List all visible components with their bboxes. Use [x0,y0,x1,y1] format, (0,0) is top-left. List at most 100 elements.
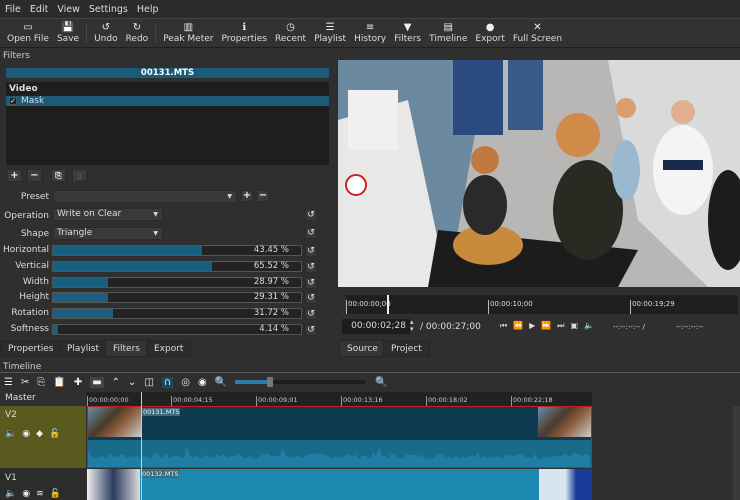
operation-combo[interactable]: Write on Clear ▼ [53,208,163,221]
track-header-v2[interactable]: V2 🔈 ◉ ◆ 🔓 [0,406,86,468]
toolbar-button-playlist[interactable]: ☰ Playlist [310,19,350,47]
param-slider-vertical[interactable]: 65.52 % [52,260,302,272]
menu-file[interactable]: File [5,4,21,15]
paste-icon[interactable]: 📋 [53,377,65,388]
lift-icon[interactable]: ⌃ [112,377,120,388]
append-icon[interactable]: ✚ [74,377,82,388]
toolbar-button-redo[interactable]: ↻ Redo [122,19,153,47]
redo-icon: ↻ [132,22,142,33]
remove-filter-button[interactable]: − [27,169,42,182]
toolbar-button-timeline[interactable]: ▤ Timeline [425,19,471,47]
timecode-spinner[interactable]: ▴ ▾ [410,319,414,333]
tab-filters[interactable]: Filters [105,340,148,357]
toolbar-button-undo[interactable]: ↺ Undo [90,19,122,47]
zoom-slider-handle[interactable] [267,377,274,387]
toolbar-button-open-file[interactable]: ▭ Open File [3,19,53,47]
menu-help[interactable]: Help [137,4,159,15]
clip-v1[interactable]: 00132.MTS [87,469,592,500]
zoom-icon[interactable]: ▣ [571,321,585,330]
zoom-out-icon[interactable]: 🔍 [215,377,227,388]
menu-icon[interactable]: ☰ [4,377,13,388]
transport-controls[interactable]: ⏮⏪▶⏩⏭▣🔈 [500,321,600,331]
rewind-icon[interactable]: ⏪ [513,321,529,330]
filter-enabled-checkbox[interactable]: ✓ [9,97,17,105]
playhead[interactable] [387,295,389,314]
mute-icon[interactable]: 🔈 [5,489,16,499]
param-slider-horizontal[interactable]: 43.45 % [52,245,302,256]
layers-icon[interactable]: ≋ [36,489,44,499]
ruler-label: 00:00:18;02 [426,396,468,406]
composite-icon[interactable]: ◆ [36,429,43,439]
play-icon[interactable]: ▶ [529,321,541,330]
reset-rotation-button[interactable]: ↺ [305,308,317,321]
reset-horizontal-button[interactable]: ↺ [305,245,317,257]
operation-value: Write on Clear [57,209,122,219]
toolbar-button-recent[interactable]: ◷ Recent [271,19,310,47]
reset-operation-button[interactable]: ↺ [305,209,317,221]
skip-end-icon[interactable]: ⏭ [557,321,570,330]
eye-icon[interactable]: ◉ [22,429,30,439]
eye-icon[interactable]: ◉ [22,489,30,499]
volume-icon[interactable]: 🔈 [584,321,600,330]
ripple-all-icon[interactable]: ◉ [198,377,207,388]
param-slider-width[interactable]: 28.97 % [52,276,302,288]
reset-height-button[interactable]: ↺ [305,292,317,305]
fast-forward-icon[interactable]: ⏩ [541,321,557,330]
tab-source[interactable]: Source [339,340,386,357]
reset-shape-button[interactable]: ↺ [305,227,317,239]
toolbar-button-history[interactable]: ≡ History [350,19,390,47]
lock-icon[interactable]: 🔓 [50,489,61,499]
snap-icon[interactable]: ∩ [161,376,174,388]
param-value: 31.72 % [253,308,289,319]
reset-softness-button[interactable]: ↺ [305,324,317,336]
overwrite-icon[interactable]: ⌄ [128,377,136,388]
toolbar-button-save[interactable]: 💾 Save [53,19,83,47]
preset-combo[interactable]: ▼ [53,190,237,203]
reset-width-button[interactable]: ↺ [305,276,317,289]
mute-icon[interactable]: 🔈 [5,429,16,439]
clip-v2[interactable]: 00131.MTS [87,406,592,468]
tab-properties[interactable]: Properties [0,340,62,357]
toolbar-button-full-screen[interactable]: ✕ Full Screen [509,19,566,47]
menu-edit[interactable]: Edit [30,4,48,15]
filter-item-mask[interactable]: ✓ Mask [6,96,329,106]
split-icon[interactable]: ◫ [144,377,153,388]
skip-start-icon[interactable]: ⏮ [500,321,513,330]
tab-project[interactable]: Project [383,340,430,357]
timeline-scrollbar[interactable] [733,406,740,500]
toolbar-button-properties[interactable]: ℹ Properties [218,19,271,47]
filter-list[interactable]: Video ✓ Mask [6,82,329,165]
timecode-field[interactable]: 00:00:02;28 [342,319,410,334]
reset-vertical-button[interactable]: ↺ [305,260,317,273]
copy-filter-button[interactable]: ⎘ [51,169,66,182]
player-scrubber[interactable]: 00:00:00;00 00:00:10;00 00:00:19;29 [346,295,738,314]
menu-view[interactable]: View [57,4,80,15]
add-filter-button[interactable]: + [7,169,22,182]
param-slider-height[interactable]: 29.31 % [52,292,302,304]
toolbar-button-export[interactable]: ● Export [471,19,508,47]
lock-icon[interactable]: 🔓 [49,429,60,439]
paste-filter-button[interactable]: ▯ [72,169,87,182]
copy-icon[interactable]: ⎘ [37,377,45,388]
remove-icon[interactable]: ▬ [90,376,104,388]
param-slider-rotation[interactable]: 31.72 % [52,308,302,320]
timeline-playhead[interactable] [141,392,142,500]
delete-preset-button[interactable]: − [257,190,269,202]
zoom-in-icon[interactable]: 🔍 [375,377,387,388]
ripple-icon[interactable]: ◎ [181,377,190,388]
tab-playlist[interactable]: Playlist [59,340,107,357]
save-preset-button[interactable]: + [241,190,253,202]
timeline-ruler[interactable]: 00:00:00;00 00:00:04;15 00:00:09;01 00:0… [86,392,592,406]
shape-combo[interactable]: Triangle ▼ [53,227,163,240]
param-slider-softness[interactable]: 4.14 % [52,324,302,335]
toolbar-button-peak-meter[interactable]: ▥ Peak Meter [159,19,217,47]
tab-export[interactable]: Export [146,340,192,357]
menu-settings[interactable]: Settings [89,4,128,15]
track-header-v1[interactable]: V1 🔈 ◉ ≋ 🔓 [0,469,86,500]
toolbar-button-filters[interactable]: ▼ Filters [390,19,425,47]
cut-icon[interactable]: ✂ [21,377,29,388]
video-preview[interactable] [338,60,740,287]
toolbar-label: Filters [394,34,422,44]
toolbar-separator [155,23,157,43]
zoom-slider[interactable] [235,377,366,387]
